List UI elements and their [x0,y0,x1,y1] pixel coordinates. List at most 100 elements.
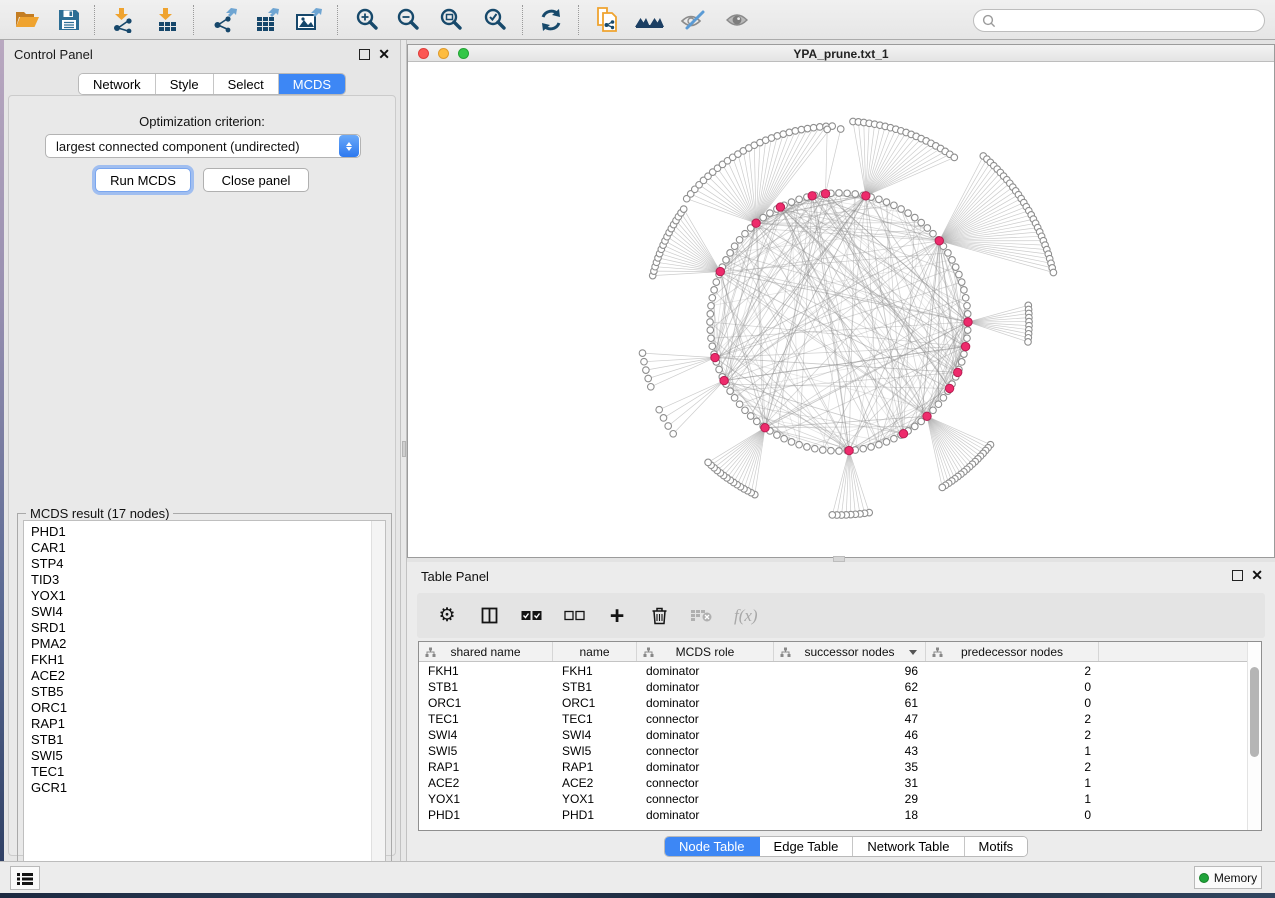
result-item[interactable]: PMA2 [31,636,67,652]
table-row[interactable]: ORC1ORC1dominator610 [419,695,1261,711]
table-cell[interactable]: 31 [774,775,926,791]
table-cell[interactable]: STB1 [419,679,553,695]
tab-network[interactable]: Network [79,74,156,94]
table-cell[interactable]: 0 [926,807,1099,823]
table-row[interactable]: TEC1TEC1connector472 [419,711,1261,727]
tab-style[interactable]: Style [156,74,214,94]
result-item[interactable]: TID3 [31,572,67,588]
table-cell[interactable]: 18 [774,807,926,823]
result-item[interactable]: TEC1 [31,764,67,780]
table-cell[interactable]: ACE2 [553,775,637,791]
table-cell[interactable]: 0 [926,695,1099,711]
table-cell[interactable]: connector [637,775,774,791]
table-cell[interactable]: dominator [637,695,774,711]
table-cell[interactable]: ORC1 [419,695,553,711]
result-item[interactable]: RAP1 [31,716,67,732]
first-neighbors-button[interactable] [630,3,668,37]
table-row[interactable]: RAP1RAP1dominator352 [419,759,1261,775]
table-cell[interactable]: 46 [774,727,926,743]
table-scrollbar[interactable] [1247,642,1261,830]
table-cell[interactable]: 2 [926,663,1099,679]
table-cell[interactable]: dominator [637,727,774,743]
column-header-predecessor-nodes[interactable]: predecessor nodes [926,642,1099,661]
zoom-in-button[interactable] [348,3,386,37]
select-all-icon[interactable] [521,604,542,628]
table-tab-node-table[interactable]: Node Table [665,837,760,856]
result-item[interactable]: ORC1 [31,700,67,716]
table-cell[interactable]: STB1 [553,679,637,695]
table-cell[interactable]: RAP1 [419,759,553,775]
float-panel-icon[interactable] [1232,570,1243,581]
table-cell[interactable]: 2 [926,711,1099,727]
import-network-button[interactable] [104,3,142,37]
table-cell[interactable]: 43 [774,743,926,759]
table-cell[interactable]: 47 [774,711,926,727]
table-scrollbar-thumb[interactable] [1250,667,1259,757]
deselect-all-icon[interactable] [564,604,585,628]
table-cell[interactable]: FKH1 [419,663,553,679]
table-cell[interactable]: ACE2 [419,775,553,791]
table-tab-motifs[interactable]: Motifs [965,837,1028,856]
table-cell[interactable]: PHD1 [553,807,637,823]
table-cell[interactable]: connector [637,743,774,759]
close-panel-icon[interactable]: ✕ [1251,567,1263,584]
table-cell[interactable]: dominator [637,663,774,679]
float-panel-icon[interactable] [359,49,370,60]
tab-select[interactable]: Select [214,74,279,94]
save-session-button[interactable] [50,3,88,37]
network-canvas-svg[interactable] [408,62,1274,557]
table-row[interactable]: FKH1FKH1dominator962 [419,663,1261,679]
export-network-button[interactable] [206,3,244,37]
result-item[interactable]: CAR1 [31,540,67,556]
open-session-button[interactable] [8,3,46,37]
tab-mcds[interactable]: MCDS [279,74,345,94]
table-cell[interactable]: SWI5 [553,743,637,759]
table-cell[interactable]: 1 [926,791,1099,807]
result-list-scrollbar[interactable] [371,521,385,872]
table-cell[interactable]: 2 [926,759,1099,775]
table-row[interactable]: SWI5SWI5connector431 [419,743,1261,759]
table-cell[interactable]: 29 [774,791,926,807]
table-cell[interactable]: 35 [774,759,926,775]
table-cell[interactable]: TEC1 [419,711,553,727]
table-cell[interactable]: dominator [637,679,774,695]
table-cell[interactable]: PHD1 [419,807,553,823]
table-cell[interactable]: YOX1 [553,791,637,807]
table-cell[interactable]: 0 [926,679,1099,695]
result-item[interactable]: ACE2 [31,668,67,684]
result-item[interactable]: STB1 [31,732,67,748]
zoom-selected-button[interactable] [476,3,514,37]
table-cell[interactable]: SWI5 [419,743,553,759]
show-column-icon[interactable] [479,604,499,628]
column-header-shared-name[interactable]: shared name [419,642,553,661]
delete-icon[interactable] [649,604,669,628]
table-row[interactable]: PHD1PHD1dominator180 [419,807,1261,823]
show-all-button[interactable] [718,3,756,37]
table-cell[interactable]: ORC1 [553,695,637,711]
task-history-button[interactable] [10,866,40,890]
result-item[interactable]: SWI4 [31,604,67,620]
table-cell[interactable]: 96 [774,663,926,679]
result-item[interactable]: GCR1 [31,780,67,796]
table-cell[interactable]: dominator [637,807,774,823]
table-cell[interactable]: connector [637,791,774,807]
column-header-successor-nodes[interactable]: successor nodes [774,642,926,661]
table-row[interactable]: ACE2ACE2connector311 [419,775,1261,791]
optimization-select[interactable]: largest connected component (undirected) [45,134,361,158]
table-tab-edge-table[interactable]: Edge Table [760,837,854,856]
maximize-traffic-light[interactable] [458,48,469,59]
vertical-splitter-handle[interactable] [402,441,406,457]
table-cell[interactable]: SWI4 [553,727,637,743]
table-cell[interactable]: TEC1 [553,711,637,727]
table-cell[interactable]: FKH1 [553,663,637,679]
share-document-button[interactable] [588,3,626,37]
table-tab-network-table[interactable]: Network Table [853,837,964,856]
vertical-splitter[interactable] [400,40,407,862]
table-cell[interactable]: 1 [926,743,1099,759]
table-settings-gear-icon[interactable]: ⚙ [437,604,457,628]
result-item[interactable]: PHD1 [31,524,67,540]
export-image-button[interactable] [290,3,328,37]
zoom-out-button[interactable] [389,3,427,37]
result-item[interactable]: YOX1 [31,588,67,604]
import-table-button[interactable] [148,3,186,37]
